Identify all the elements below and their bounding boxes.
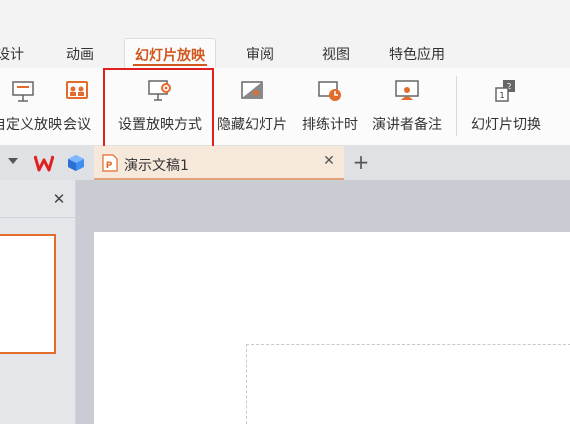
cube-icon[interactable] — [66, 153, 86, 173]
slideshow-settings-button[interactable]: 设置放映方式 — [110, 68, 210, 146]
rehearse-timing-button[interactable]: 排练计时 — [296, 68, 364, 146]
slide-transition-label: 幻灯片切换 — [471, 117, 541, 133]
rehearse-timing-label: 排练计时 — [302, 117, 358, 133]
close-icon[interactable]: ✕ — [320, 152, 338, 170]
custom-show-label: 自定义放映 — [0, 117, 62, 133]
svg-text:P: P — [106, 161, 113, 171]
custom-show-icon — [12, 81, 34, 102]
hide-slide-icon — [241, 81, 263, 99]
tab-special-apps[interactable]: 特色应用 — [389, 46, 445, 64]
close-icon[interactable]: ✕ — [50, 190, 68, 208]
custom-show-button[interactable]: 自定义放映 — [0, 68, 62, 146]
ribbon-toolbar: 自定义放映 会议 设置放映方式 隐藏幻灯片 — [0, 68, 570, 146]
presentation-file-icon: P — [102, 154, 118, 172]
slide-thumbnail[interactable] — [0, 234, 56, 354]
chevron-down-icon[interactable] — [8, 158, 18, 164]
document-tab-title: 演示文稿1 — [124, 158, 189, 174]
speaker-notes-label: 演讲者备注 — [372, 117, 442, 133]
add-tab-button[interactable]: + — [350, 150, 372, 174]
meeting-button[interactable]: 会议 — [58, 68, 96, 146]
slide-thumbnail-pane: ✕ — [0, 180, 76, 424]
document-tab[interactable]: P 演示文稿1 ✕ — [94, 146, 344, 180]
slide-transition-button[interactable]: 2 1 幻灯片切换 — [462, 68, 550, 146]
slideshow-settings-icon — [148, 80, 171, 101]
meeting-icon — [66, 81, 88, 99]
tab-design[interactable]: 设计 — [0, 46, 24, 64]
tab-animation[interactable]: 动画 — [66, 46, 94, 64]
tab-view[interactable]: 视图 — [322, 46, 350, 64]
speaker-notes-button[interactable]: 演讲者备注 — [366, 68, 448, 146]
speaker-notes-icon — [395, 80, 419, 100]
ribbon-separator — [456, 76, 457, 136]
wps-logo-icon[interactable] — [34, 154, 54, 172]
slide-canvas[interactable] — [94, 232, 570, 424]
menu-bar: 设计 动画 幻灯片放映 审阅 视图 特色应用 — [0, 0, 570, 68]
slide-transition-icon: 2 1 — [495, 80, 515, 102]
tab-review[interactable]: 审阅 — [246, 46, 274, 64]
tab-slideshow[interactable]: 幻灯片放映 — [124, 38, 216, 68]
svg-text:1: 1 — [499, 91, 504, 100]
meeting-label: 会议 — [63, 117, 91, 133]
hide-slide-label: 隐藏幻灯片 — [217, 117, 287, 133]
hide-slide-button[interactable]: 隐藏幻灯片 — [212, 68, 292, 146]
text-placeholder[interactable] — [246, 344, 570, 424]
document-tab-bar: P 演示文稿1 ✕ + — [0, 146, 570, 180]
rehearse-timing-icon — [318, 81, 341, 101]
slideshow-settings-label: 设置放映方式 — [118, 117, 202, 133]
pane-header: ✕ — [0, 180, 76, 218]
